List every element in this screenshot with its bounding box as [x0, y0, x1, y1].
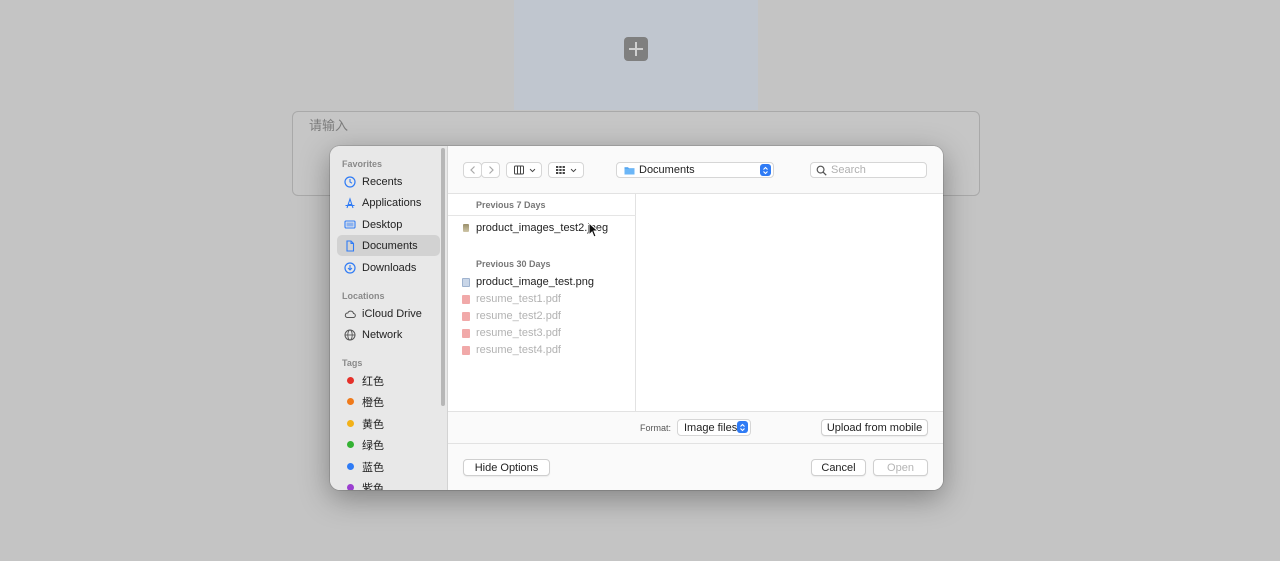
sidebar-item-label: 橙色	[362, 396, 384, 409]
view-columns-button[interactable]	[506, 162, 542, 178]
sidebar-tag-purple[interactable]: 紫色	[337, 477, 440, 490]
file-row[interactable]: product_images_test2.jpeg	[462, 220, 634, 236]
format-value: Image files	[684, 421, 738, 434]
tag-dot-icon	[343, 417, 357, 431]
columns-view-icon	[513, 165, 524, 175]
pdf-file-icon	[462, 345, 470, 355]
sidebar-item-icloud-drive[interactable]: iCloud Drive	[337, 303, 440, 324]
file-open-dialog: Favorites Recents Applications Desktop D…	[330, 146, 943, 490]
popup-stepper-icon	[760, 164, 771, 176]
sidebar-item-label: Applications	[362, 196, 422, 209]
file-list-column: Previous 7 Days product_images_test2.jpe…	[448, 194, 636, 411]
folder-icon	[624, 166, 635, 174]
pdf-file-icon	[462, 294, 470, 304]
sidebar-tag-red[interactable]: 红色	[337, 370, 440, 391]
tag-dot-icon	[343, 460, 357, 474]
sidebar-item-desktop[interactable]: Desktop	[337, 214, 440, 235]
file-name: resume_test2.pdf	[476, 310, 561, 322]
sidebar-item-label: 绿色	[362, 439, 384, 452]
bottom-bar: Hide Options Cancel Open	[448, 443, 943, 490]
image-file-icon	[463, 224, 469, 232]
sidebar-item-recents[interactable]: Recents	[337, 171, 440, 192]
main-pane: Documents Previous 7 Days product_images…	[448, 146, 943, 490]
hide-options-button[interactable]: Hide Options	[463, 459, 550, 476]
format-popup[interactable]: Image files	[677, 419, 751, 436]
sidebar-item-documents[interactable]: Documents	[337, 235, 440, 256]
tag-dot-icon	[343, 438, 357, 452]
locations-header: Locations	[342, 291, 385, 301]
clock-icon	[343, 175, 357, 189]
file-row: resume_test4.pdf	[462, 342, 634, 358]
view-grid-button[interactable]	[548, 162, 584, 178]
sidebar-item-label: 紫色	[362, 482, 384, 491]
sidebar-item-label: 黄色	[362, 418, 384, 431]
sidebar-tag-orange[interactable]: 橙色	[337, 391, 440, 412]
download-icon	[343, 261, 357, 275]
sidebar: Favorites Recents Applications Desktop D…	[330, 146, 448, 490]
tag-dot-icon	[343, 374, 357, 388]
input-placeholder: 请输入	[309, 119, 349, 134]
sidebar-item-label: Documents	[362, 239, 418, 252]
sidebar-tag-green[interactable]: 绿色	[337, 434, 440, 455]
chevron-down-icon	[570, 168, 577, 172]
document-icon	[343, 239, 357, 253]
sidebar-scrollbar[interactable]	[441, 148, 445, 406]
favorites-header: Favorites	[342, 159, 383, 169]
file-name: resume_test3.pdf	[476, 327, 561, 339]
sidebar-tag-yellow[interactable]: 黄色	[337, 413, 440, 434]
group-divider	[448, 215, 636, 216]
sidebar-item-network[interactable]: Network	[337, 324, 440, 345]
format-bar: Format: Image files Upload from mobile	[448, 411, 943, 443]
file-name: resume_test1.pdf	[476, 293, 561, 305]
plus-icon[interactable]	[624, 37, 648, 61]
pdf-file-icon	[462, 311, 470, 321]
tags-header: Tags	[342, 358, 363, 368]
sidebar-item-downloads[interactable]: Downloads	[337, 257, 440, 278]
sidebar-item-applications[interactable]: Applications	[337, 192, 440, 213]
group-header-previous-7-days: Previous 7 Days	[476, 200, 546, 210]
sidebar-item-label: 蓝色	[362, 461, 384, 474]
search-field[interactable]	[810, 162, 927, 178]
sidebar-item-label: 红色	[362, 375, 384, 388]
search-input[interactable]	[831, 164, 921, 176]
chevron-down-icon	[529, 168, 535, 172]
upload-from-mobile-button[interactable]: Upload from mobile	[821, 419, 928, 436]
file-row: resume_test2.pdf	[462, 308, 634, 324]
sidebar-item-label: iCloud Drive	[362, 307, 422, 320]
globe-icon	[343, 328, 357, 342]
tag-dot-icon	[343, 481, 357, 490]
format-label: Format:	[640, 423, 672, 433]
sidebar-item-label: Desktop	[362, 218, 403, 231]
cloud-icon	[343, 307, 357, 321]
location-popup[interactable]: Documents	[616, 162, 774, 178]
toolbar: Documents	[448, 146, 943, 194]
chevron-right-icon	[488, 166, 494, 174]
sidebar-tag-blue[interactable]: 蓝色	[337, 456, 440, 477]
mouse-cursor-icon	[588, 222, 598, 238]
image-file-icon	[462, 277, 470, 287]
sidebar-item-label: Recents	[362, 175, 403, 188]
search-icon	[816, 165, 827, 176]
file-row: resume_test3.pdf	[462, 325, 634, 341]
forward-button[interactable]	[481, 162, 500, 178]
sidebar-item-label: Downloads	[362, 261, 417, 274]
group-header-previous-30-days: Previous 30 Days	[476, 259, 551, 269]
desktop-icon	[343, 218, 357, 232]
chevron-left-icon	[469, 166, 475, 174]
preview-column	[637, 194, 943, 411]
back-button[interactable]	[463, 162, 482, 178]
file-name: resume_test4.pdf	[476, 344, 561, 356]
grid-view-icon	[556, 166, 565, 174]
open-button[interactable]: Open	[873, 459, 928, 476]
file-name: product_image_test.png	[476, 276, 595, 288]
tag-dot-icon	[343, 395, 357, 409]
applications-icon	[343, 196, 357, 210]
location-label: Documents	[639, 164, 695, 176]
file-row[interactable]: product_image_test.png	[462, 274, 634, 290]
file-row: resume_test1.pdf	[462, 291, 634, 307]
cancel-button[interactable]: Cancel	[811, 459, 866, 476]
popup-stepper-icon	[737, 421, 748, 433]
pdf-file-icon	[462, 328, 470, 338]
sidebar-item-label: Network	[362, 328, 403, 341]
